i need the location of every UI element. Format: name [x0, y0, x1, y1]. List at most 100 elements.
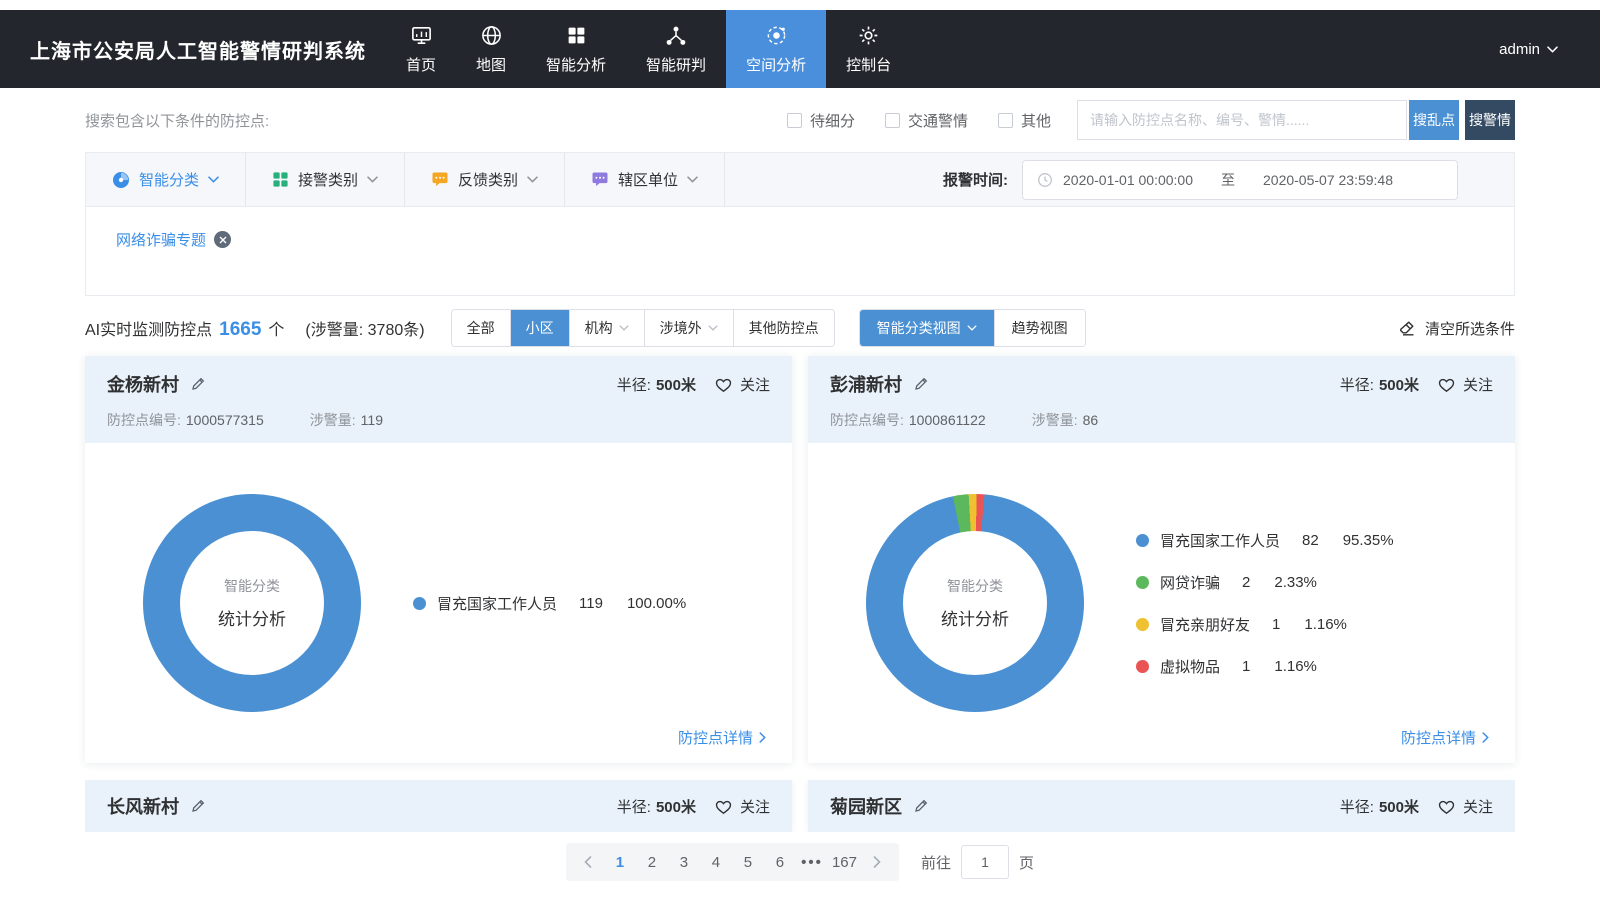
donut-center-title: 统计分析 — [941, 605, 1009, 630]
date-end: 2020-05-07 23:59:48 — [1263, 172, 1393, 188]
checkbox-group: 待细分 交通警情 其他 — [787, 110, 1051, 131]
follow-label[interactable]: 关注 — [1463, 374, 1493, 395]
search-input[interactable] — [1077, 100, 1407, 140]
filter-dropdown-district-unit[interactable]: 辖区单位 — [565, 153, 725, 207]
monitor-count-text: AI实时监测防控点 1665 个 (涉警量: 3780条) — [85, 316, 425, 341]
tab-ai-category-view[interactable]: 智能分类视图 — [860, 310, 995, 346]
legend-value: 119 — [579, 595, 603, 612]
legend-dot — [1136, 534, 1149, 547]
edit-icon[interactable] — [913, 376, 929, 392]
user-menu[interactable]: admin — [1499, 41, 1558, 58]
next-page-button[interactable] — [861, 843, 893, 881]
legend-value: 2 — [1242, 574, 1250, 591]
donut-center: 智能分类 统计分析 — [903, 531, 1047, 675]
donut-center-subtitle: 智能分类 — [224, 576, 280, 596]
date-range-picker[interactable]: 2020-01-01 00:00:00 至 2020-05-07 23:59:4… — [1022, 160, 1458, 200]
page-button-1[interactable]: 1 — [604, 843, 636, 881]
legend-label: 虚拟物品 — [1160, 656, 1220, 677]
page-button-5[interactable]: 5 — [732, 843, 764, 881]
edit-icon[interactable] — [190, 376, 206, 392]
page-button-2[interactable]: 2 — [636, 843, 668, 881]
checkbox-traffic[interactable]: 交通警情 — [885, 110, 968, 131]
follow-label[interactable]: 关注 — [1463, 796, 1493, 817]
filter-dropdown-feedback-category[interactable]: 反馈类别 — [405, 153, 565, 207]
monitor-card-juyuan: 菊园新区 半径: 500米 关注 — [808, 780, 1515, 832]
heart-icon[interactable] — [1437, 798, 1456, 815]
chevron-down-icon — [687, 176, 698, 183]
radius-value: 500米 — [1379, 374, 1419, 395]
nav-label: 首页 — [406, 54, 436, 75]
nav-item-home[interactable]: 首页 — [386, 10, 456, 88]
more-pages-button[interactable]: ••• — [796, 843, 828, 881]
checkbox-icon — [787, 113, 802, 128]
heart-icon[interactable] — [714, 798, 733, 815]
tab-trend-view[interactable]: 趋势视图 — [995, 310, 1085, 346]
tag-close-icon[interactable] — [214, 231, 231, 248]
legend-item: 冒充亲朋好友 1 1.16% — [1136, 614, 1394, 635]
partial-cards-row: 长风新村 半径: 500米 关注 菊园新区 半径: 500米 关注 — [85, 780, 1515, 832]
tab-label: 其他防控点 — [749, 318, 819, 338]
nav-item-map[interactable]: 地图 — [456, 10, 526, 88]
follow-label[interactable]: 关注 — [740, 796, 770, 817]
heart-icon[interactable] — [714, 376, 733, 393]
legend-percent: 95.35% — [1343, 532, 1394, 549]
tab-community[interactable]: 小区 — [511, 310, 570, 346]
page-button-3[interactable]: 3 — [668, 843, 700, 881]
page-button-last[interactable]: 167 — [828, 843, 861, 881]
checkbox-pending[interactable]: 待细分 — [787, 110, 855, 131]
tab-institution[interactable]: 机构 — [570, 310, 645, 346]
nav-item-spatial[interactable]: 空间分析 — [726, 10, 826, 88]
prev-page-button[interactable] — [572, 843, 604, 881]
point-alarm-count: 涉警量:86 — [1032, 410, 1098, 430]
point-code-value: 1000861122 — [909, 412, 986, 428]
search-point-button[interactable]: 搜乱点 — [1409, 100, 1459, 140]
page-button-4[interactable]: 4 — [700, 843, 732, 881]
stats-toolbar: AI实时监测防控点 1665 个 (涉警量: 3780条) 全部 小区 机构 涉… — [85, 308, 1515, 348]
filter-dropdown-alarm-category[interactable]: 接警类别 — [246, 153, 405, 207]
point-alarm-count: 涉警量:119 — [310, 410, 383, 430]
chevron-down-icon — [1547, 46, 1558, 53]
legend-label: 网贷诈骗 — [1160, 572, 1220, 593]
filter-dropdown-ai-category[interactable]: 智能分类 — [86, 153, 246, 207]
goto-page-input[interactable] — [961, 845, 1009, 879]
tab-all[interactable]: 全部 — [452, 310, 511, 346]
checkbox-other[interactable]: 其他 — [998, 110, 1051, 131]
point-code-value: 1000577315 — [186, 412, 264, 428]
search-conditions-label: 搜索包含以下条件的防控点: — [85, 110, 269, 131]
nav-item-judgment[interactable]: 智能研判 — [626, 10, 726, 88]
monitor-count-value[interactable]: 1665 — [219, 319, 261, 341]
edit-icon[interactable] — [913, 798, 929, 814]
tab-other-points[interactable]: 其他防控点 — [734, 310, 834, 346]
selected-tags-area: 网络诈骗专题 — [86, 207, 1514, 295]
nav-item-console[interactable]: 控制台 — [826, 10, 911, 88]
clear-filters-button[interactable]: 清空所选条件 — [1398, 318, 1515, 339]
heart-icon[interactable] — [1437, 376, 1456, 393]
top-navbar: 上海市公安局人工智能警情研判系统 首页 地图 智能分析 智能研判 空间分析 — [0, 10, 1600, 88]
point-detail-link[interactable]: 防控点详情 — [678, 727, 766, 748]
analysis-icon — [566, 24, 587, 48]
monitor-card-changfeng: 长风新村 半径: 500米 关注 — [85, 780, 792, 832]
tab-overseas[interactable]: 涉境外 — [645, 310, 734, 346]
nav-item-analysis[interactable]: 智能分析 — [526, 10, 626, 88]
page-button-6[interactable]: 6 — [764, 843, 796, 881]
card-title: 金杨新村 — [107, 371, 179, 397]
follow-label[interactable]: 关注 — [740, 374, 770, 395]
clear-filters-label: 清空所选条件 — [1425, 318, 1515, 339]
dropdown-label: 接警类别 — [298, 169, 358, 190]
edit-icon[interactable] — [190, 798, 206, 814]
point-detail-link[interactable]: 防控点详情 — [1401, 727, 1489, 748]
chevron-down-icon — [967, 325, 977, 331]
filter-bar: 智能分类 接警类别 反馈类别 辖区单位 报警时间: — [86, 153, 1514, 207]
legend-item: 虚拟物品 1 1.16% — [1136, 656, 1394, 677]
radius-value: 500米 — [656, 796, 696, 817]
alarm-total-label: (涉警量: 3780条) — [305, 316, 424, 340]
selected-tag: 网络诈骗专题 — [116, 229, 231, 250]
point-detail-label: 防控点详情 — [678, 727, 753, 748]
legend-value: 1 — [1272, 616, 1280, 633]
search-bar: 搜索包含以下条件的防控点: 待细分 交通警情 其他 搜乱点 搜警情 — [85, 100, 1515, 140]
search-alarm-button[interactable]: 搜警情 — [1465, 100, 1515, 140]
nav-label: 智能分析 — [546, 54, 606, 75]
tab-label: 涉境外 — [660, 318, 702, 338]
monitor-count-unit: 个 — [268, 316, 284, 340]
radius-label: 半径: — [1340, 796, 1374, 817]
